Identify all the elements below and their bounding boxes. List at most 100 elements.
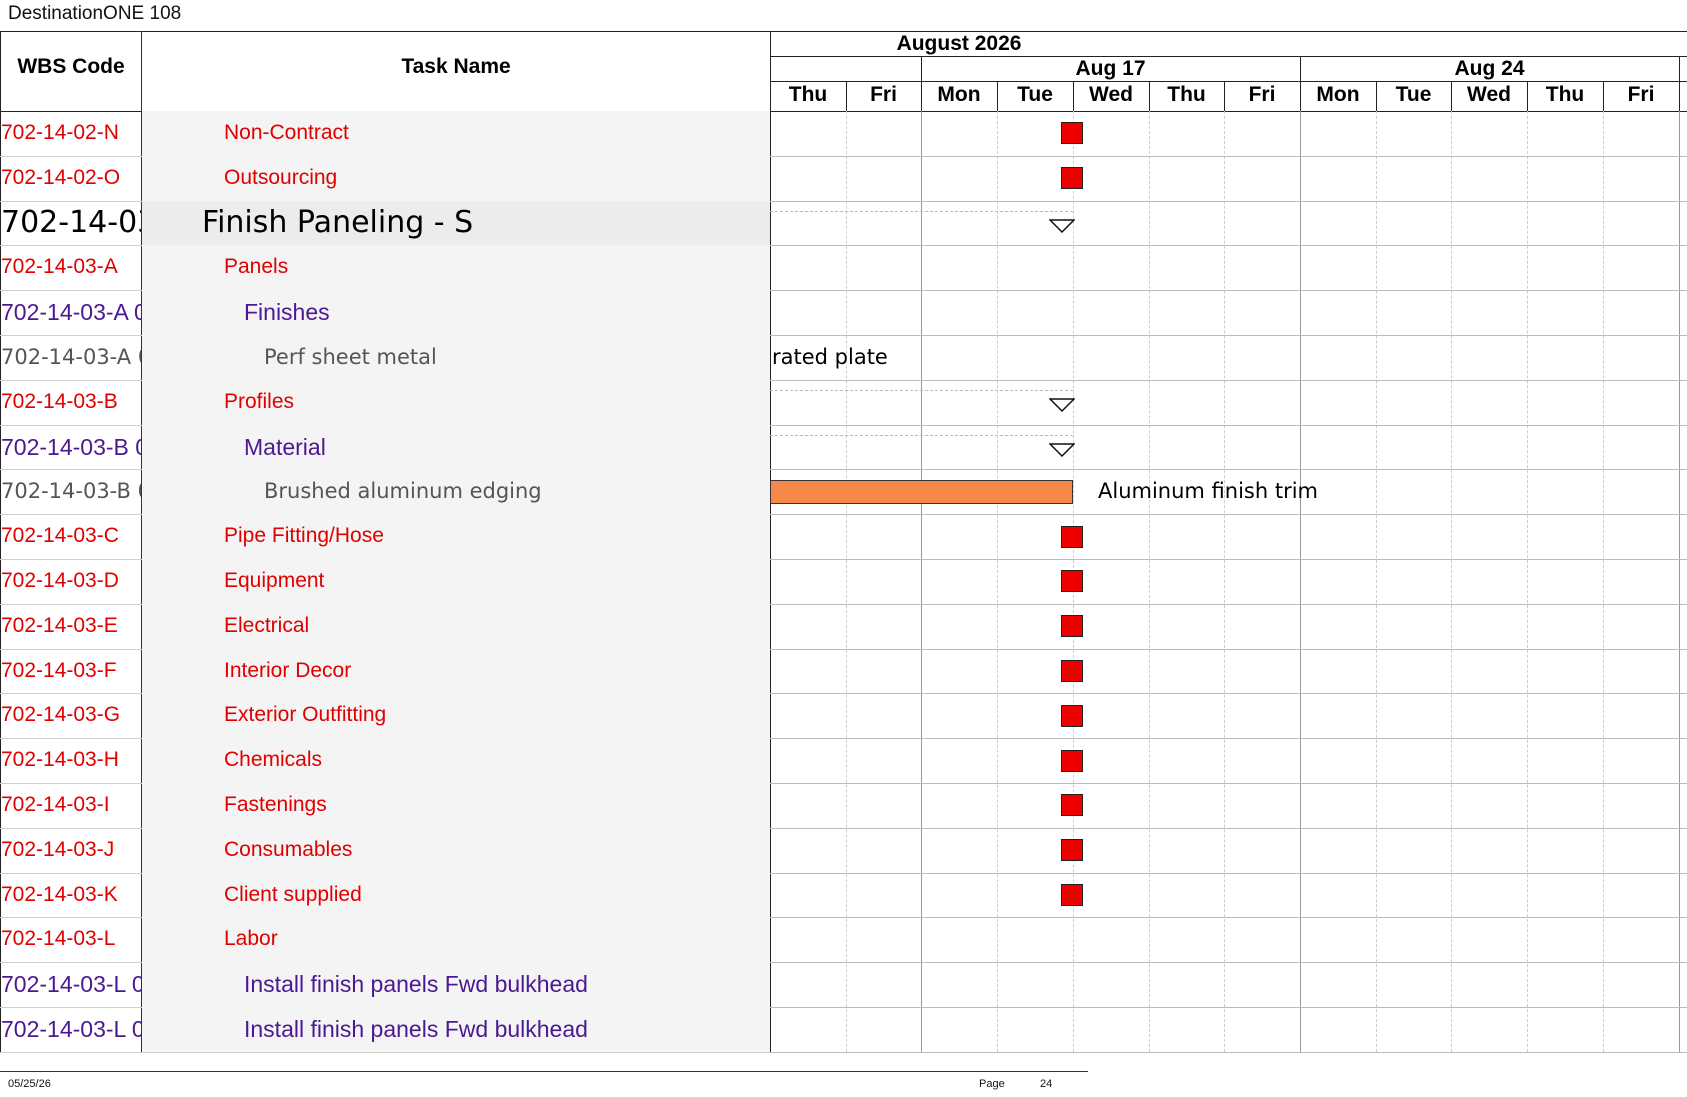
summary-marker-icon[interactable] [1049,443,1075,457]
table-row[interactable]: 702-14-03-J Consumables [0,827,1687,874]
milestone-marker[interactable] [1061,570,1083,593]
task-name: Chemicals [224,748,323,772]
wbs-code: 702-14-03-A 01 [1,299,141,326]
wbs-code: 702-14-03-J [1,837,115,861]
day-header-divider [846,81,847,111]
task-name: Profiles [224,389,295,413]
table-row[interactable]: 702-14-03-F Interior Decor [0,648,1687,695]
wbs-code: 702-14-03-B [1,389,118,413]
task-name: Install finish panels Fwd bulkhead [244,971,588,998]
chart-row-divider [770,1051,1687,1053]
footer-rule [0,1071,1088,1072]
timescale-day: Tue [1017,83,1053,106]
milestone-marker[interactable] [1061,122,1083,145]
wbs-column-header[interactable]: WBS Code [1,55,141,79]
milestone-marker[interactable] [1061,167,1083,190]
table-row[interactable]: 702-14-03-H Chemicals [0,738,1687,784]
task-name: Electrical [224,613,310,637]
milestone-marker[interactable] [1061,883,1083,906]
summary-dashes [770,434,1073,436]
task-name: Outsourcing [224,165,338,189]
timescale-day: Fri [1248,83,1276,106]
table-row[interactable]: 702-14-03-A 01 Perf sheet metal rated plat… [0,335,1687,381]
timescale-day: Fri [1627,83,1655,106]
timescale-week-aug24: Aug 24 [1454,57,1525,80]
task-name: Equipment [224,569,325,592]
footer-page-number: 24 [1040,1078,1053,1090]
milestone-marker[interactable] [1061,659,1083,682]
wbs-code: 702-14-03-L 01 [1,971,141,998]
day-header-divider [1149,81,1150,111]
wbs-code: 702-14-03-A 01 [1,345,141,369]
task-name-column-header[interactable]: Task Name [142,55,770,79]
wbs-code: 702-14-03-G [1,703,121,727]
wbs-code: 702-14-03-B 01 [1,433,141,460]
task-name: Interior Decor [224,658,352,682]
table-row[interactable]: 702-14-03-E Electrical [0,603,1687,650]
day-header-divider [1300,81,1301,111]
summary-marker-icon[interactable] [1049,219,1075,233]
table-row[interactable]: 702-14-03-B 01 Material [0,424,1687,471]
table-row[interactable]: 702-14-03-I Fastenings [0,783,1687,829]
day-header-divider [1603,81,1604,111]
task-name: Pipe Fitting/Hose [224,524,384,548]
table-row[interactable]: 702-14-03-A Panels [0,245,1687,292]
table-row[interactable]: 702-14-03-A 01 Finishes [0,290,1687,336]
summary-marker-icon[interactable] [1049,398,1075,413]
milestone-marker[interactable] [1061,525,1083,548]
task-name: Perf sheet metal [264,345,437,369]
project-title: DestinationONE 108 [8,3,182,24]
task-name: Brushed aluminum edging [264,479,542,504]
table-row[interactable]: 702-14-03-D Equipment [0,559,1687,605]
table-row[interactable]: 702-14-02-O Outsourcing [0,155,1687,202]
table-row[interactable]: 702-14-03-K Client supplied [0,872,1687,919]
timescale-day: Thu [1167,83,1206,106]
timescale-day: Thu [1545,83,1585,106]
row-divider [0,1051,770,1053]
wbs-code: 702-14-03-E [1,613,118,637]
gantt-bar-label: Aluminum finish trim [1098,479,1319,504]
table-row[interactable]: 702-14-03-L 01 Install finish panels Fwd … [0,962,1687,1008]
wbs-code: 702-14-03-K [1,882,118,906]
gantt-bar[interactable] [770,479,1073,504]
wbs-code: 702-14-03-A [1,255,118,279]
wbs-code: 702-14-03-C [1,524,119,548]
task-name: Panels [224,255,289,279]
task-name: Material [244,433,326,460]
day-header-divider [1451,81,1452,111]
table-row[interactable]: 702-14-03 Finish Paneling - S [0,200,1687,247]
table-row[interactable]: 702-14-03-L 01 Install finish panels Fwd … [0,1007,1687,1053]
week-divider-3 [1679,56,1680,111]
day-header-divider [1527,81,1528,111]
task-name: Fastenings [224,793,327,816]
task-name: Finishes [244,299,330,326]
gantt-bar-label: rated plate [772,345,888,369]
milestone-marker[interactable] [1061,839,1083,862]
task-name: Consumables [224,837,353,861]
table-row[interactable]: 702-14-03-B Profiles [0,379,1687,426]
table-row[interactable]: 702-14-03-B 01 Brushed aluminum edging Alu… [0,469,1687,516]
wbs-code: 702-14-03-L 01 [1,1016,141,1042]
milestone-marker[interactable] [1061,615,1083,638]
table-row[interactable]: 702-14-03-L Labor [0,917,1687,964]
wbs-code: 702-14-02-N [1,121,119,144]
week-rule [770,81,1687,82]
timescale-day: Wed [1467,83,1511,106]
wbs-code: 702-14-03-B 01 [1,479,141,504]
table-row[interactable]: 702-14-03-G Exterior Outfitting [0,693,1687,740]
month-rule [770,56,1687,57]
milestone-marker[interactable] [1061,749,1083,772]
task-name: Client supplied [224,882,362,906]
timescale-week-aug17: Aug 17 [1075,57,1146,80]
summary-dashes [770,389,1073,391]
task-name: Exterior Outfitting [224,703,387,727]
timescale-day: Wed [1089,83,1133,106]
task-name: Finish Paneling - S [202,204,474,240]
wbs-code: 702-14-03-L [1,927,116,951]
milestone-marker[interactable] [1061,704,1083,727]
day-header-divider [997,81,998,111]
footer-date: 05/25/26 [8,1078,51,1090]
table-row[interactable]: 702-14-02-N Non-Contract [0,111,1687,157]
table-row[interactable]: 702-14-03-C Pipe Fitting/Hose [0,514,1687,560]
milestone-marker[interactable] [1061,794,1083,817]
